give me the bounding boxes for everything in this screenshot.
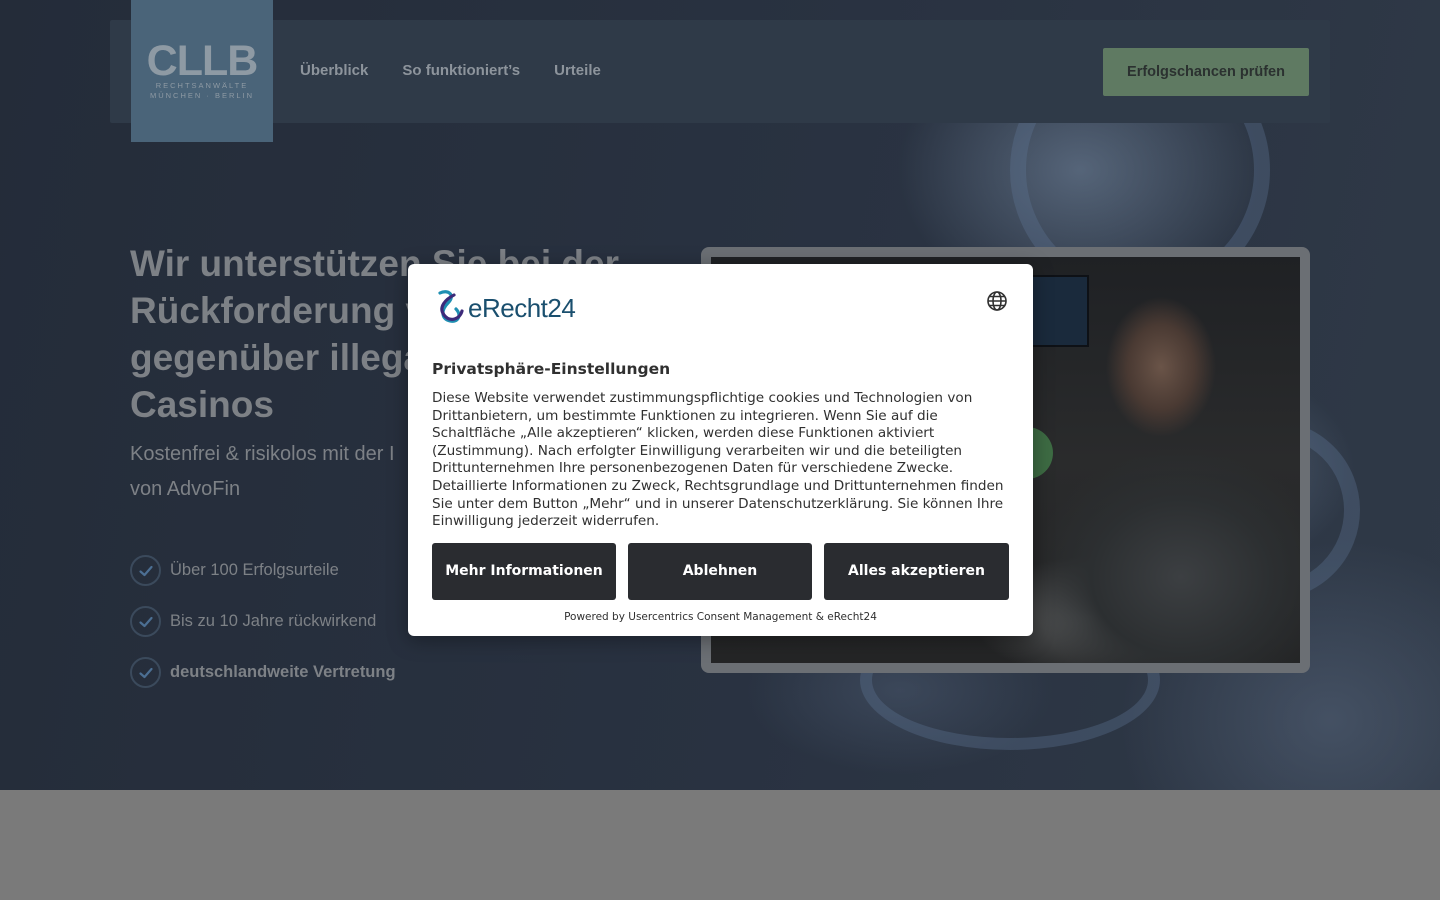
erecht24-mark-icon: [438, 290, 464, 323]
reject-button[interactable]: Ablehnen: [628, 543, 812, 600]
accept-all-button[interactable]: Alles akzeptieren: [824, 543, 1009, 600]
powered-by-text: Powered by Usercentrics Consent Manageme…: [564, 611, 877, 623]
consent-brand-text: eRecht24: [468, 292, 576, 323]
consent-text: Diese Website verwendet zustimmungspflic…: [432, 390, 1004, 530]
globe-icon[interactable]: [986, 290, 1008, 312]
consent-actions: Mehr Informationen Ablehnen Alles akzept…: [432, 543, 1009, 600]
consent-title: Privatsphäre-Einstellungen: [432, 360, 671, 378]
consent-dialog: eRecht24 Privatsphäre-Einstellungen Dies…: [408, 264, 1033, 636]
consent-brand: eRecht24: [432, 289, 576, 327]
more-info-button[interactable]: Mehr Informationen: [432, 543, 616, 600]
